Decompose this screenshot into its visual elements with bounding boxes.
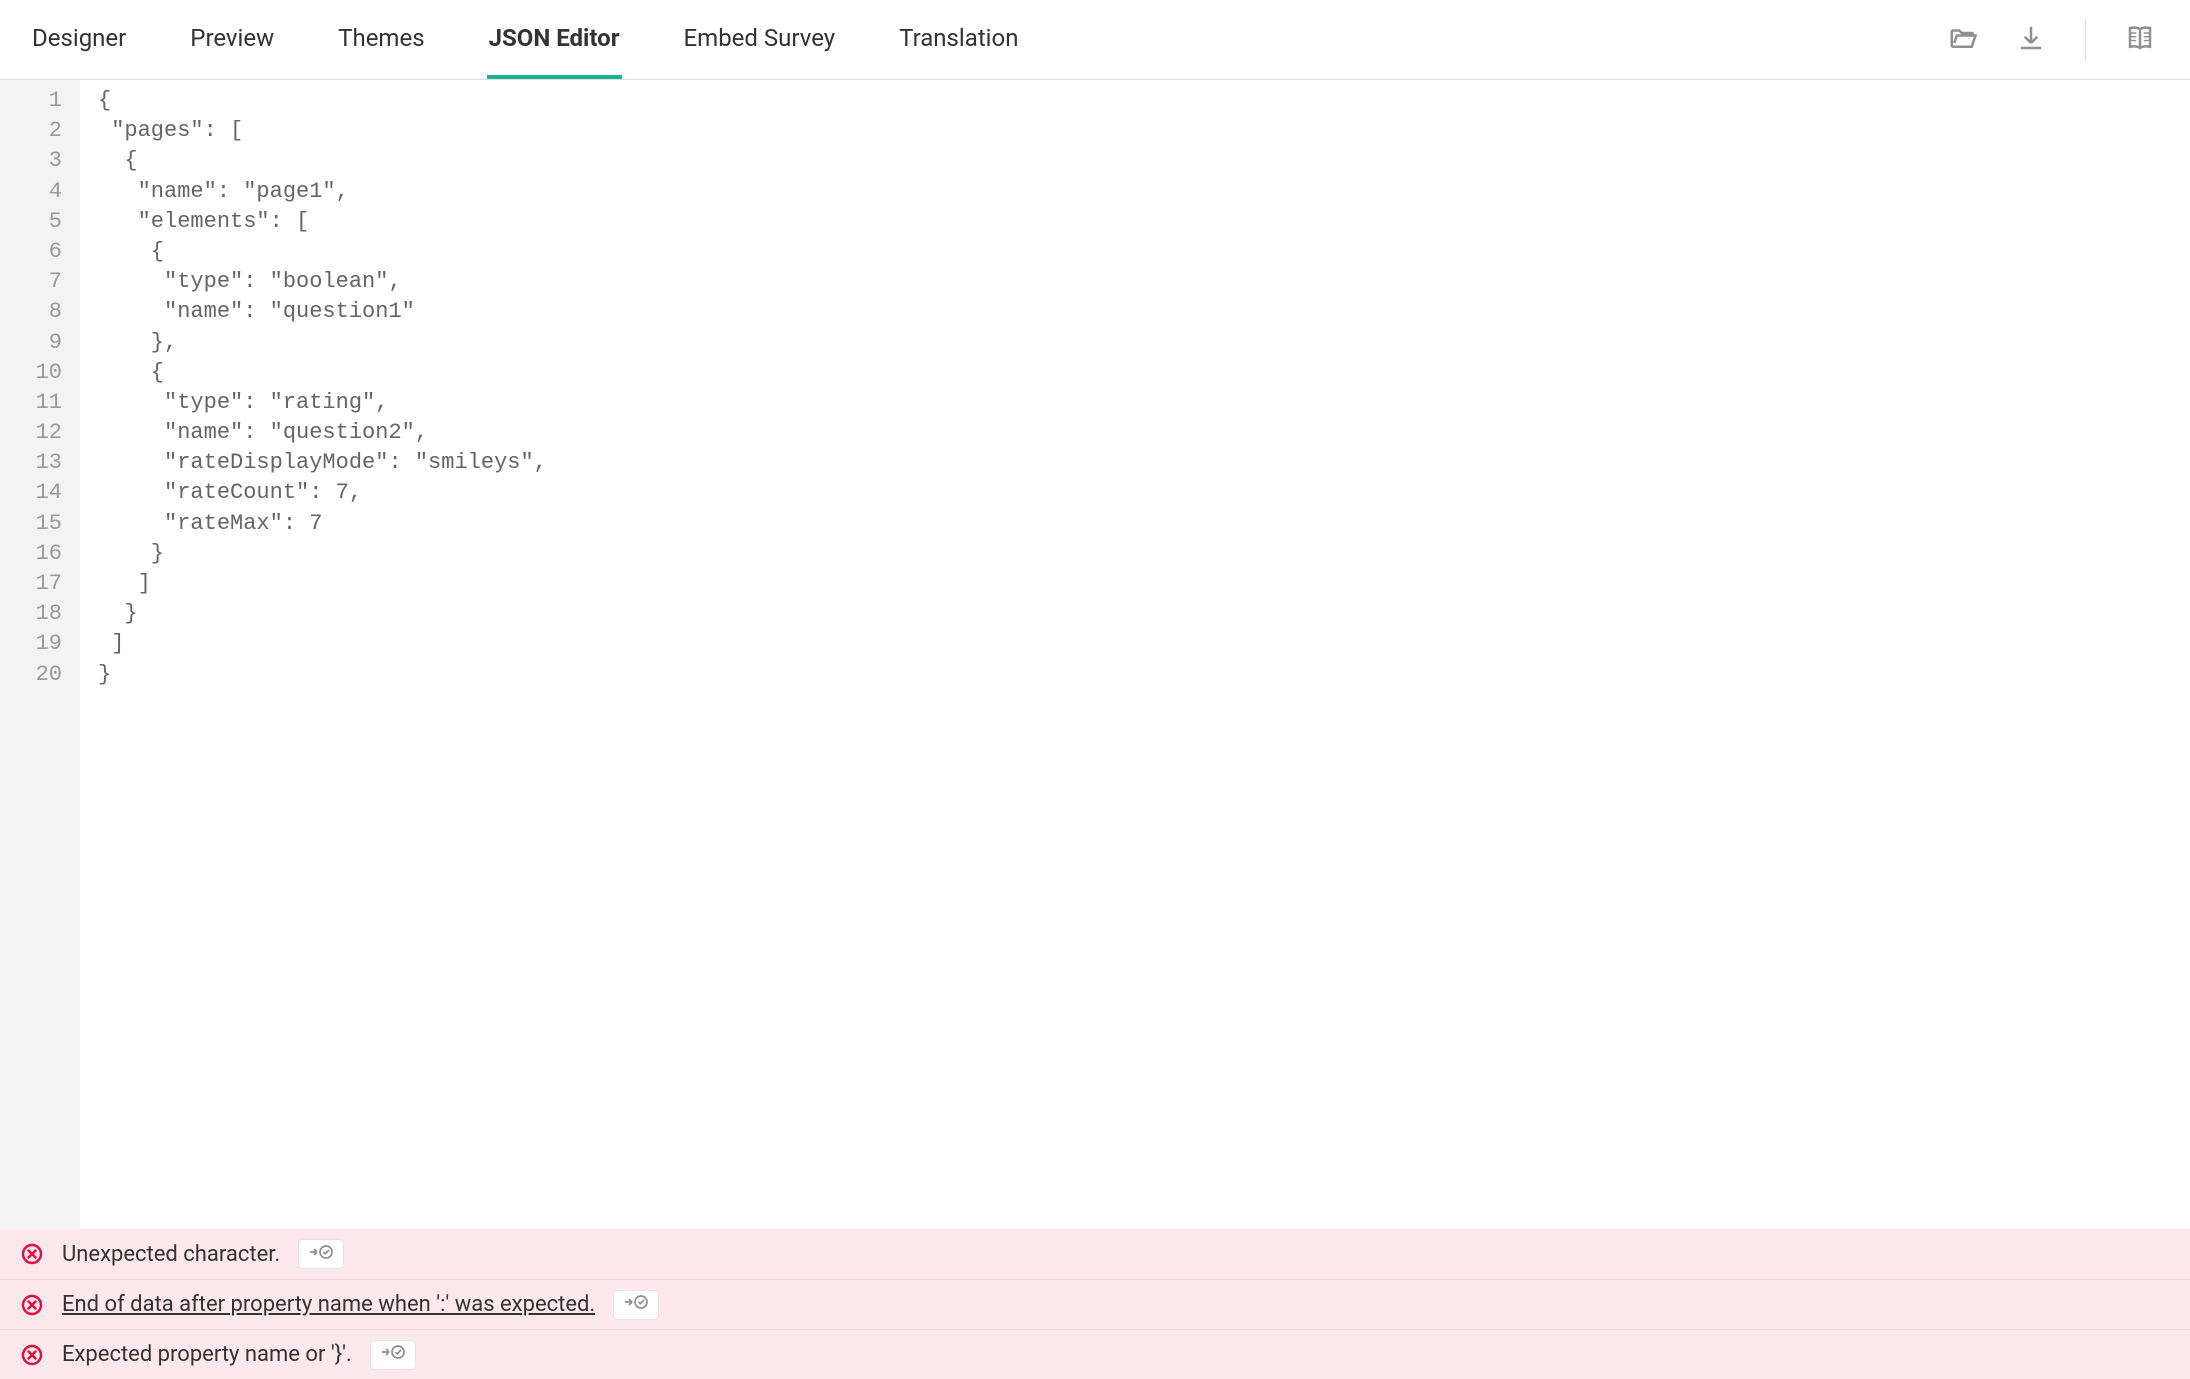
code-line[interactable]: "type": "rating", [98, 388, 2190, 418]
line-number: 17 [0, 569, 62, 599]
line-number: 18 [0, 599, 62, 629]
line-number: 6 [0, 237, 62, 267]
error-panel: Unexpected character. End of data after p… [0, 1229, 2190, 1379]
tab-preview[interactable]: Preview [188, 0, 276, 79]
code-line[interactable]: } [98, 539, 2190, 569]
error-icon [20, 1343, 44, 1367]
error-message: Expected property name or '}'. [62, 1342, 352, 1367]
fix-error-button[interactable] [613, 1290, 659, 1320]
error-icon [20, 1242, 44, 1266]
apply-fix-icon [623, 1292, 649, 1317]
tab-label: Embed Survey [684, 24, 836, 52]
docs-button[interactable] [2120, 20, 2160, 60]
code-line[interactable]: { [98, 86, 2190, 116]
code-line[interactable]: "type": "boolean", [98, 267, 2190, 297]
line-number: 15 [0, 509, 62, 539]
download-icon [2016, 23, 2046, 57]
error-row: End of data after property name when ':'… [0, 1279, 2190, 1329]
code-line[interactable]: { [98, 358, 2190, 388]
code-line[interactable]: }, [98, 328, 2190, 358]
tab-designer[interactable]: Designer [30, 0, 128, 79]
fix-error-button[interactable] [370, 1340, 416, 1370]
book-open-icon [2125, 23, 2155, 57]
folder-open-icon [1948, 23, 1978, 57]
line-number: 3 [0, 146, 62, 176]
top-tabbar: Designer Preview Themes JSON Editor Embe… [0, 0, 2190, 80]
toolbar-divider [2085, 18, 2086, 62]
error-row: Expected property name or '}'. [0, 1329, 2190, 1379]
code-line[interactable]: "rateCount": 7, [98, 478, 2190, 508]
tab-label: JSON Editor [489, 24, 620, 52]
toolbar-actions [1943, 0, 2160, 79]
open-button[interactable] [1943, 20, 1983, 60]
tab-label: Designer [32, 24, 126, 52]
tab-themes[interactable]: Themes [336, 0, 426, 79]
error-message: Unexpected character. [62, 1242, 280, 1267]
line-number: 1 [0, 86, 62, 116]
code-line[interactable]: } [98, 599, 2190, 629]
error-message[interactable]: End of data after property name when ':'… [62, 1292, 595, 1317]
line-number: 10 [0, 358, 62, 388]
code-line[interactable]: "name": "question1" [98, 297, 2190, 327]
code-line[interactable]: ] [98, 569, 2190, 599]
line-number: 12 [0, 418, 62, 448]
code-line[interactable]: { [98, 237, 2190, 267]
code-line[interactable]: "name": "page1", [98, 177, 2190, 207]
line-number: 16 [0, 539, 62, 569]
line-number: 19 [0, 629, 62, 659]
code-line[interactable]: "rateMax": 7 [98, 509, 2190, 539]
line-number: 11 [0, 388, 62, 418]
tab-label: Preview [190, 24, 274, 52]
code-line[interactable]: "elements": [ [98, 207, 2190, 237]
download-button[interactable] [2011, 20, 2051, 60]
line-number: 9 [0, 328, 62, 358]
error-icon [20, 1293, 44, 1317]
tab-translation[interactable]: Translation [897, 0, 1020, 79]
code-line[interactable]: } [98, 660, 2190, 690]
tab-label: Themes [338, 24, 424, 52]
app-root: Designer Preview Themes JSON Editor Embe… [0, 0, 2190, 1379]
tabs-container: Designer Preview Themes JSON Editor Embe… [30, 0, 1943, 79]
fix-error-button[interactable] [298, 1239, 344, 1269]
tab-label: Translation [899, 24, 1018, 52]
line-number: 7 [0, 267, 62, 297]
line-number: 4 [0, 177, 62, 207]
line-number: 13 [0, 448, 62, 478]
apply-fix-icon [308, 1242, 334, 1267]
code-line[interactable]: "rateDisplayMode": "smileys", [98, 448, 2190, 478]
code-line[interactable]: "pages": [ [98, 116, 2190, 146]
apply-fix-icon [380, 1342, 406, 1367]
json-editor[interactable]: 1234567891011121314151617181920 { "pages… [0, 80, 2190, 1229]
line-number: 20 [0, 660, 62, 690]
tab-json-editor[interactable]: JSON Editor [487, 0, 622, 79]
line-number: 8 [0, 297, 62, 327]
line-number: 2 [0, 116, 62, 146]
error-row: Unexpected character. [0, 1229, 2190, 1279]
code-content[interactable]: { "pages": [ { "name": "page1", "element… [80, 80, 2190, 1229]
code-line[interactable]: "name": "question2", [98, 418, 2190, 448]
code-line[interactable]: { [98, 146, 2190, 176]
line-number: 5 [0, 207, 62, 237]
tab-embed-survey[interactable]: Embed Survey [682, 0, 838, 79]
line-number-gutter: 1234567891011121314151617181920 [0, 80, 80, 1229]
code-line[interactable]: ] [98, 629, 2190, 659]
line-number: 14 [0, 478, 62, 508]
